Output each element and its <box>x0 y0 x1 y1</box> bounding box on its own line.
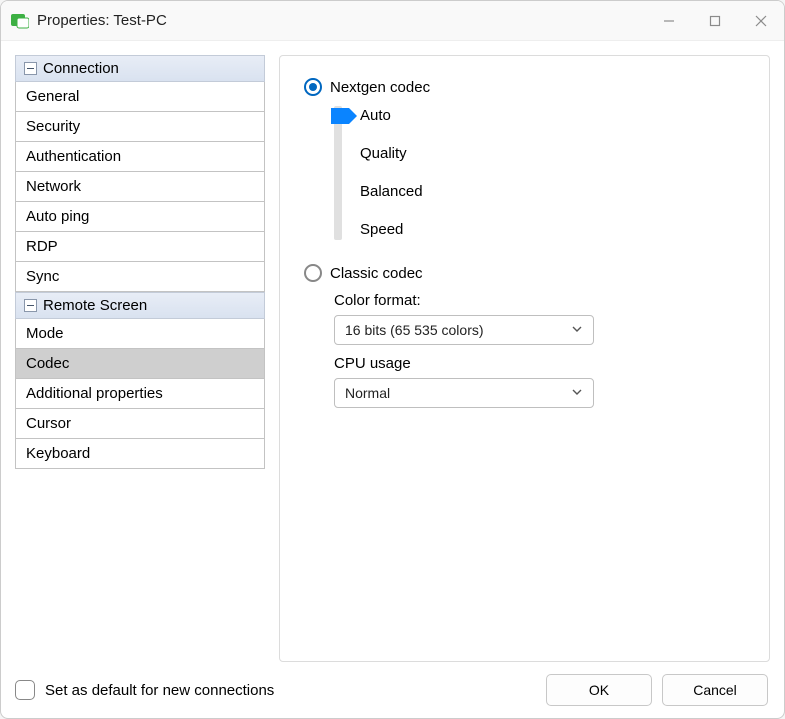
sidebar-item-general[interactable]: General <box>15 82 265 112</box>
sidebar-item-security[interactable]: Security <box>15 112 265 142</box>
cpu-usage-label: CPU usage <box>334 355 745 372</box>
classic-codec-radio[interactable]: Classic codec <box>304 264 745 282</box>
slider-step-speed[interactable]: Speed <box>360 220 423 240</box>
sidebar-item-additional-properties[interactable]: Additional properties <box>15 379 265 409</box>
ok-button[interactable]: OK <box>546 674 652 706</box>
sidebar-section-label: Remote Screen <box>43 297 147 314</box>
maximize-button[interactable] <box>692 1 738 41</box>
sidebar-item-mode[interactable]: Mode <box>15 319 265 349</box>
minimize-button[interactable] <box>646 1 692 41</box>
sidebar-item-network[interactable]: Network <box>15 172 265 202</box>
sidebar-item-rdp[interactable]: RDP <box>15 232 265 262</box>
sidebar-section-label: Connection <box>43 60 119 77</box>
sidebar-item-cursor[interactable]: Cursor <box>15 409 265 439</box>
app-icon <box>11 12 29 30</box>
sidebar: Connection General Security Authenticati… <box>15 55 265 662</box>
quality-slider-track[interactable] <box>334 106 342 240</box>
cancel-button[interactable]: Cancel <box>662 674 768 706</box>
dialog-footer: Set as default for new connections OK Ca… <box>1 662 784 718</box>
sidebar-item-keyboard[interactable]: Keyboard <box>15 439 265 469</box>
sidebar-item-sync[interactable]: Sync <box>15 262 265 292</box>
chevron-down-icon <box>571 322 583 338</box>
nextgen-codec-radio[interactable]: Nextgen codec <box>304 78 745 96</box>
slider-step-quality[interactable]: Quality <box>360 144 423 164</box>
radio-label: Nextgen codec <box>330 79 430 96</box>
sidebar-item-auto-ping[interactable]: Auto ping <box>15 202 265 232</box>
collapse-icon <box>24 62 37 75</box>
titlebar: Properties: Test-PC <box>1 1 784 41</box>
color-format-label: Color format: <box>334 292 745 309</box>
select-value: Normal <box>345 385 390 401</box>
slider-thumb-icon <box>331 106 359 126</box>
codec-settings-panel: Nextgen codec Auto Quality Balance <box>279 55 770 662</box>
collapse-icon <box>24 299 37 312</box>
select-value: 16 bits (65 535 colors) <box>345 322 484 338</box>
properties-dialog: Properties: Test-PC Connection General S… <box>0 0 785 719</box>
radio-icon <box>304 264 322 282</box>
chevron-down-icon <box>571 385 583 401</box>
radio-label: Classic codec <box>330 265 423 282</box>
sidebar-item-codec[interactable]: Codec <box>15 349 265 379</box>
slider-step-auto[interactable]: Auto <box>360 106 423 126</box>
close-button[interactable] <box>738 1 784 41</box>
radio-icon <box>304 78 322 96</box>
window-title: Properties: Test-PC <box>37 12 167 29</box>
sidebar-section-remote-screen[interactable]: Remote Screen <box>15 292 265 319</box>
set-default-label: Set as default for new connections <box>45 682 274 699</box>
color-format-select[interactable]: 16 bits (65 535 colors) <box>334 315 594 345</box>
nextgen-options: Auto Quality Balanced Speed <box>334 106 745 240</box>
sidebar-section-connection[interactable]: Connection <box>15 55 265 82</box>
cpu-usage-select[interactable]: Normal <box>334 378 594 408</box>
slider-step-balanced[interactable]: Balanced <box>360 182 423 202</box>
set-default-checkbox[interactable] <box>15 680 35 700</box>
sidebar-item-authentication[interactable]: Authentication <box>15 142 265 172</box>
